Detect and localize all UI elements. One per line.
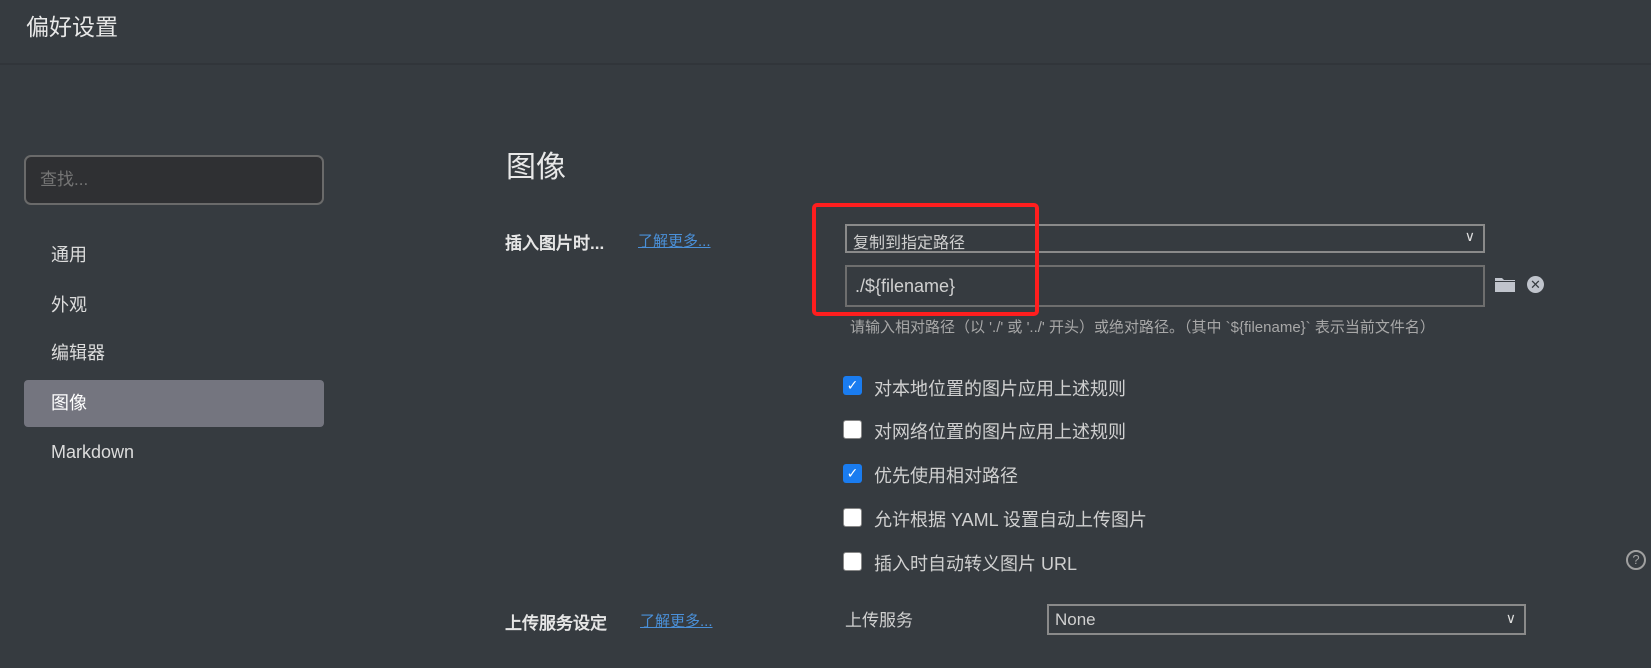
path-hint-text: 请输入相对路径（以 './' 或 '../' 开头）或绝对路径。（其中 `${f… bbox=[850, 319, 1435, 336]
sidebar-item-editor[interactable]: 编辑器 bbox=[24, 330, 324, 377]
sidebar-item-general[interactable]: 通用 bbox=[24, 232, 324, 279]
insert-image-label: 插入图片时... bbox=[505, 234, 605, 253]
folder-icon[interactable] bbox=[1495, 277, 1515, 292]
chevron-down-icon: ∨ bbox=[1464, 228, 1475, 244]
header-divider bbox=[0, 63, 1651, 65]
upload-learn-more-link[interactable]: 了解更多... bbox=[640, 610, 713, 631]
clear-circle-icon[interactable]: ✕ bbox=[1527, 276, 1544, 293]
upload-service-value: None bbox=[1055, 610, 1096, 629]
checkbox-label: 对网络位置的图片应用上述规则 bbox=[874, 422, 1126, 442]
checkbox-label: 允许根据 YAML 设置自动上传图片 bbox=[874, 510, 1148, 530]
sidebar-item-image[interactable]: 图像 bbox=[24, 380, 324, 427]
sidebar-item-markdown[interactable]: Markdown bbox=[24, 429, 324, 476]
checkbox-label: 插入时自动转义图片 URL bbox=[874, 554, 1078, 574]
checkbox-label: 优先使用相对路径 bbox=[874, 466, 1018, 486]
upload-service-select[interactable]: None ∨ bbox=[1047, 604, 1526, 635]
chevron-down-icon: ∨ bbox=[1505, 610, 1516, 626]
sidebar-item-appearance[interactable]: 外观 bbox=[24, 282, 324, 329]
checkbox-yaml-upload[interactable] bbox=[843, 508, 862, 527]
window-title: 偏好设置 bbox=[26, 14, 118, 40]
checkbox-prefer-relative[interactable]: ✓ bbox=[843, 464, 862, 483]
checkbox-apply-network[interactable] bbox=[843, 420, 862, 439]
checkbox-label: 对本地位置的图片应用上述规则 bbox=[874, 379, 1126, 399]
help-icon[interactable]: ? bbox=[1626, 550, 1646, 570]
page-title: 图像 bbox=[506, 151, 566, 184]
upload-service-label: 上传服务 bbox=[845, 611, 913, 630]
search-input[interactable] bbox=[24, 155, 324, 205]
upload-settings-label: 上传服务设定 bbox=[505, 614, 607, 633]
checkbox-escape-url[interactable] bbox=[843, 552, 862, 571]
checkbox-apply-local[interactable]: ✓ bbox=[843, 376, 862, 395]
insert-image-learn-more-link[interactable]: 了解更多... bbox=[638, 230, 711, 251]
highlight-box bbox=[812, 203, 1039, 316]
